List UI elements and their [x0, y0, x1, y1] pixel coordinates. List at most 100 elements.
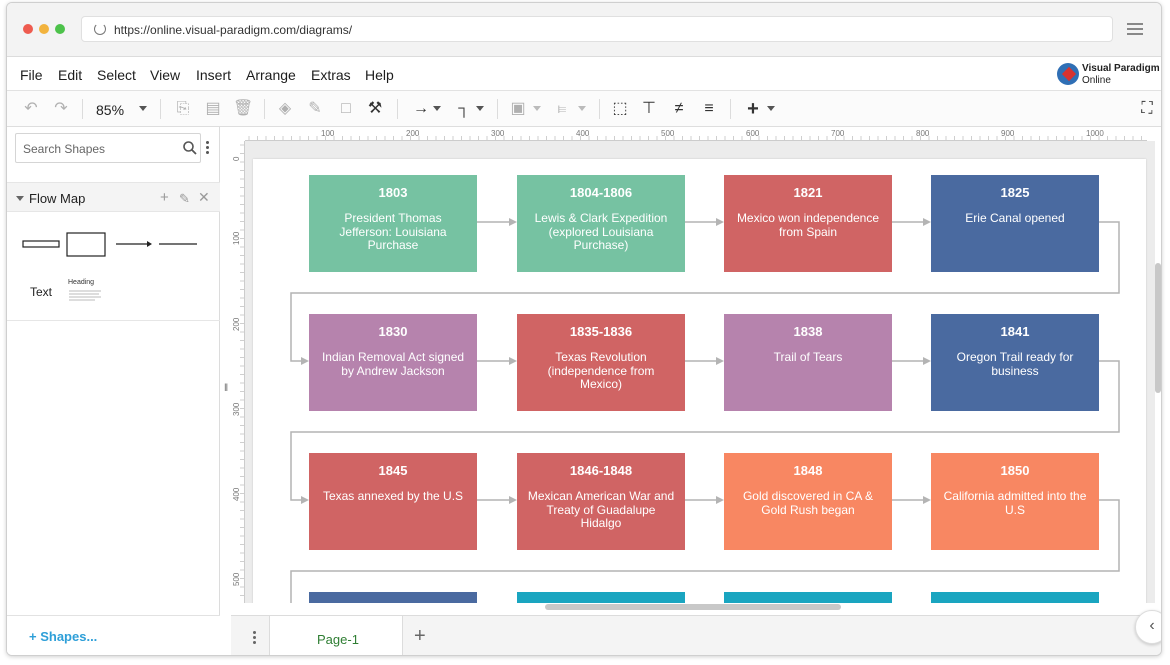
timeline-description: Mexico won independence from Spain: [736, 211, 880, 239]
reload-icon[interactable]: [94, 23, 106, 35]
sidebar-options-icon[interactable]: [206, 141, 209, 156]
page-options-icon[interactable]: [253, 631, 256, 646]
timeline-box[interactable]: [309, 592, 477, 603]
add-page-icon[interactable]: +: [414, 625, 426, 648]
timeline-box[interactable]: [931, 592, 1099, 603]
browser-menu-icon[interactable]: [1127, 23, 1143, 35]
timeline-description: Texas annexed by the U.S: [322, 489, 464, 503]
menu-file[interactable]: File: [20, 67, 43, 83]
shape-heading-label[interactable]: Heading: [68, 279, 94, 286]
search-input[interactable]: Search Shapes: [15, 133, 201, 163]
menu-extras[interactable]: Extras: [311, 67, 351, 83]
timeline-description: Lewis & Clark Expedition (explored Louis…: [534, 211, 668, 252]
timeline-box[interactable]: 1845 Texas annexed by the U.S: [309, 453, 477, 550]
collapse-panel-icon[interactable]: ‹: [1135, 610, 1161, 644]
timeline-year: 1845: [378, 463, 408, 478]
timeline-box[interactable]: 1838 Trail of Tears: [724, 314, 892, 411]
ruler-h-label: 800: [916, 129, 930, 138]
insert-caret[interactable]: [767, 106, 775, 111]
more-shapes-button[interactable]: + Shapes...: [29, 629, 97, 644]
shape-text-label[interactable]: Text: [30, 285, 52, 299]
tab-page-1[interactable]: Page-1: [269, 616, 403, 655]
paste-icon[interactable]: ▤: [203, 99, 223, 119]
menu-help[interactable]: Help: [365, 67, 394, 83]
timeline-box[interactable]: 1841 Oregon Trail ready for business: [931, 314, 1099, 411]
timeline-box[interactable]: [517, 592, 685, 603]
ruler-h-label: 500: [661, 129, 675, 138]
diagram-canvas[interactable]: 1803 President Thomas Jefferson: Louisian…: [245, 141, 1155, 603]
connector-style-icon[interactable]: →: [409, 99, 433, 119]
arrowhead: [923, 218, 931, 226]
timeline-box[interactable]: 1804-1806 Lewis & Clark Expedition (explo…: [517, 175, 685, 272]
timeline-year: 1830: [378, 324, 408, 339]
distribute-h-icon[interactable]: ⊤: [639, 99, 659, 119]
timeline-description: Oregon Trail ready for business: [956, 350, 1074, 378]
ruler-h-label: 600: [746, 129, 760, 138]
timeline-box[interactable]: 1830 Indian Removal Act signed by Andrew …: [309, 314, 477, 411]
close-library-icon[interactable]: ✕: [198, 189, 210, 206]
arrowhead: [923, 357, 931, 365]
timeline-box[interactable]: 1803 President Thomas Jefferson: Louisian…: [309, 175, 477, 272]
connector-style-caret[interactable]: [433, 106, 441, 111]
shadow-icon[interactable]: □: [336, 99, 356, 119]
ruler-h-label: 1000: [1086, 129, 1104, 138]
library-header-flow-map[interactable]: Flow Map + ✎ ✕: [7, 182, 220, 212]
align-left-icon[interactable]: ≡: [699, 99, 719, 119]
menu-edit[interactable]: Edit: [58, 67, 82, 83]
minimize-window-dot[interactable]: [39, 24, 49, 34]
timeline-box[interactable]: 1825 Erie Canal opened: [931, 175, 1099, 272]
menu-bar: File Edit Select View Insert Arrange Ext…: [7, 57, 1161, 91]
align-icon[interactable]: ⫢: [552, 99, 572, 119]
redo-icon[interactable]: ↷: [51, 99, 71, 119]
shape-sidebar: Search Shapes Flow Map + ✎ ✕ Text Headin…: [7, 127, 220, 655]
zoom-dropdown-caret[interactable]: [139, 106, 147, 111]
to-front-caret[interactable]: [533, 106, 541, 111]
address-bar[interactable]: https://online.visual-paradigm.com/diagr…: [81, 16, 1113, 42]
menu-arrange[interactable]: Arrange: [246, 67, 296, 83]
align-caret[interactable]: [578, 106, 586, 111]
timeline-box[interactable]: 1846-1848 Mexican American War and Treaty…: [517, 453, 685, 550]
shape-thumbnails[interactable]: [7, 213, 220, 321]
timeline-year: 1821: [793, 185, 823, 200]
timeline-box[interactable]: 1850 California admitted into the U.S: [931, 453, 1099, 550]
copy-icon[interactable]: ⎘: [173, 99, 193, 119]
insert-plus-icon[interactable]: +: [743, 99, 763, 119]
timeline-year: 1848: [793, 463, 823, 478]
collapse-library-icon[interactable]: [16, 196, 24, 201]
url-text: https://online.visual-paradigm.com/diagr…: [114, 23, 353, 37]
maximize-window-dot[interactable]: [55, 24, 65, 34]
sidebar-resize-grip[interactable]: ‖: [224, 383, 228, 394]
arrowhead: [716, 496, 724, 504]
menu-select[interactable]: Select: [97, 67, 136, 83]
fullscreen-icon[interactable]: ⛶: [1137, 99, 1157, 119]
format-painter-icon[interactable]: ⚒: [365, 99, 385, 119]
timeline-box[interactable]: 1821 Mexico won independence from Spain: [724, 175, 892, 272]
horizontal-scrollbar[interactable]: [545, 604, 841, 610]
edit-library-icon[interactable]: ✎: [179, 191, 190, 207]
align-center-icon[interactable]: ≠: [669, 99, 689, 119]
menu-view[interactable]: View: [150, 67, 180, 83]
more-shapes-bar: + Shapes...: [7, 615, 220, 655]
delete-icon[interactable]: 🗑: [233, 99, 253, 119]
undo-icon[interactable]: ↶: [21, 99, 41, 119]
waypoint-caret[interactable]: [476, 106, 484, 111]
timeline-year: 1841: [1000, 324, 1030, 339]
line-color-icon[interactable]: ✎: [305, 99, 325, 119]
arrowhead: [509, 218, 517, 226]
vertical-scrollbar[interactable]: [1155, 263, 1161, 393]
timeline-box[interactable]: 1835-1836 Texas Revolution (independence …: [517, 314, 685, 411]
timeline-box[interactable]: 1848 Gold discovered in CA & Gold Rush be…: [724, 453, 892, 550]
page-tab-bar: Page-1 +: [231, 615, 1161, 655]
to-front-icon[interactable]: ▣: [508, 99, 528, 119]
timeline-box[interactable]: [724, 592, 892, 603]
search-icon[interactable]: [182, 140, 198, 156]
zoom-level[interactable]: 85%: [96, 102, 124, 118]
menu-insert[interactable]: Insert: [196, 67, 231, 83]
fit-page-icon[interactable]: ⬚: [610, 99, 630, 119]
fill-color-icon[interactable]: ◈: [275, 99, 295, 119]
browser-chrome: https://online.visual-paradigm.com/diagr…: [7, 3, 1161, 57]
close-window-dot[interactable]: [23, 24, 33, 34]
add-shape-icon[interactable]: +: [160, 189, 169, 206]
app-window: https://online.visual-paradigm.com/diagr…: [6, 2, 1162, 656]
waypoint-icon[interactable]: ┐: [454, 99, 474, 119]
